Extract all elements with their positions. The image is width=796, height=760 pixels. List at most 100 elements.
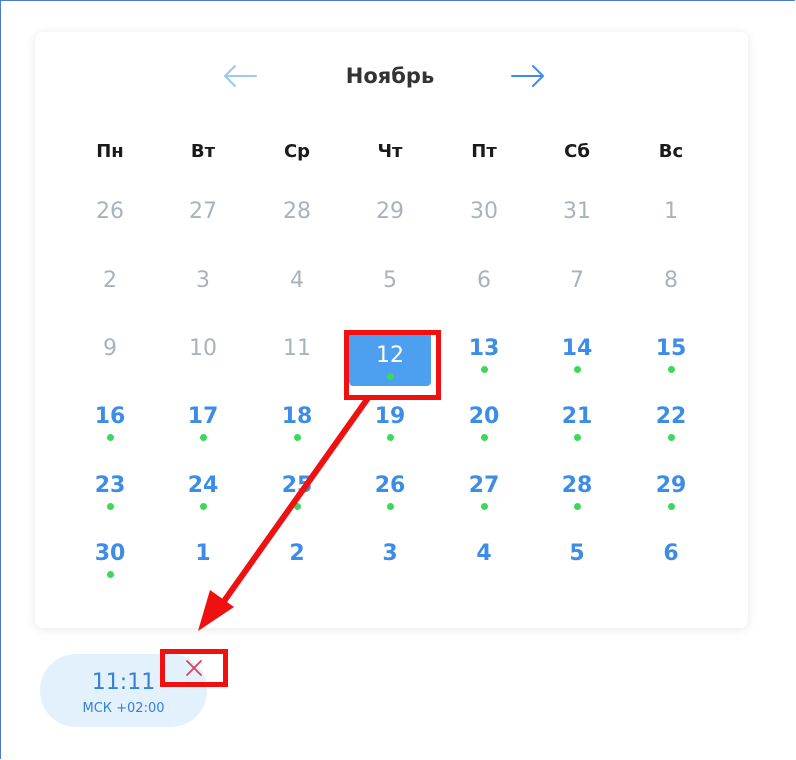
day-cell: 6: [454, 262, 514, 310]
availability-dot: [106, 503, 114, 510]
day-number: 8: [664, 268, 678, 293]
day-cell-selected[interactable]: 12: [349, 331, 431, 386]
day-number: 11: [283, 336, 311, 361]
remove-time-slot-button[interactable]: [163, 651, 225, 684]
availability-dot: [386, 373, 394, 380]
availability-dot: [480, 503, 488, 510]
availability-dot: [386, 434, 394, 441]
day-cell[interactable]: 20: [454, 398, 514, 446]
day-number: 23: [94, 473, 126, 498]
day-cell[interactable]: 13: [454, 330, 514, 378]
day-number: 6: [477, 268, 491, 293]
day-number: 27: [468, 473, 500, 498]
month-title: Ноябрь: [345, 64, 435, 88]
day-number: 26: [96, 199, 124, 224]
weekday-label: Ср: [283, 141, 311, 162]
day-cell[interactable]: 6: [641, 535, 701, 583]
day-cell[interactable]: 21: [547, 398, 607, 446]
day-number: 1: [195, 541, 211, 566]
day-number: 30: [94, 541, 126, 566]
day-cell: 26: [80, 193, 140, 241]
arrow-right-icon: [511, 65, 544, 87]
day-cell[interactable]: 15: [641, 330, 701, 378]
day-number: 20: [468, 404, 500, 429]
availability-dot: [573, 434, 581, 441]
day-cell: 4: [267, 262, 327, 310]
day-cell[interactable]: 27: [454, 467, 514, 515]
day-cell[interactable]: 26: [360, 467, 420, 515]
day-cell[interactable]: 30: [80, 535, 140, 583]
day-number: 3: [382, 541, 398, 566]
day-cell[interactable]: 4: [454, 535, 514, 583]
availability-dot: [480, 434, 488, 441]
availability-dot: [386, 503, 394, 510]
availability-dot: [199, 434, 207, 441]
day-number: 24: [187, 473, 219, 498]
day-number: 12: [376, 343, 404, 368]
day-number: 18: [281, 404, 313, 429]
day-cell[interactable]: 1: [173, 535, 233, 583]
next-month-button[interactable]: [508, 58, 548, 94]
weekday-label: Вс: [658, 141, 684, 162]
availability-dot: [106, 434, 114, 441]
day-cell[interactable]: 28: [547, 467, 607, 515]
day-number: 22: [655, 404, 687, 429]
day-number: 10: [189, 336, 217, 361]
availability-dot: [293, 434, 301, 441]
day-number: 17: [187, 404, 219, 429]
day-number: 26: [374, 473, 406, 498]
day-number: 16: [94, 404, 126, 429]
availability-dot: [573, 503, 581, 510]
weekday-label: Пт: [471, 141, 497, 162]
prev-month-button[interactable]: [220, 58, 260, 94]
day-number: 7: [570, 268, 584, 293]
availability-dot: [667, 434, 675, 441]
time-slot-timezone: МСК +02:00: [82, 701, 165, 716]
day-cell[interactable]: 5: [547, 535, 607, 583]
day-cell[interactable]: 17: [173, 398, 233, 446]
weekday-label: Сб: [564, 141, 590, 162]
day-number: 2: [103, 268, 117, 293]
day-number: 4: [476, 541, 492, 566]
day-cell: 3: [173, 262, 233, 310]
day-cell[interactable]: 25: [267, 467, 327, 515]
day-cell: 1: [641, 193, 701, 241]
day-number: 3: [196, 268, 210, 293]
day-cell[interactable]: 23: [80, 467, 140, 515]
day-cell[interactable]: 16: [80, 398, 140, 446]
day-cell[interactable]: 2: [267, 535, 327, 583]
availability-dot: [106, 571, 114, 578]
availability-dot: [667, 503, 675, 510]
weekday-label: Вт: [190, 141, 216, 162]
day-cell: 5: [360, 262, 420, 310]
day-number: 1: [664, 199, 678, 224]
day-cell: 8: [641, 262, 701, 310]
availability-dot: [293, 503, 301, 510]
day-cell[interactable]: 18: [267, 398, 327, 446]
availability-dot: [667, 366, 675, 373]
day-number: 19: [374, 404, 406, 429]
day-number: 28: [561, 473, 593, 498]
availability-dot: [199, 503, 207, 510]
day-cell: 30: [454, 193, 514, 241]
day-cell: 10: [173, 330, 233, 378]
availability-dot: [480, 366, 488, 373]
day-cell: 11: [267, 330, 327, 378]
day-cell[interactable]: 29: [641, 467, 701, 515]
day-number: 5: [383, 268, 397, 293]
day-cell[interactable]: 24: [173, 467, 233, 515]
day-cell[interactable]: 3: [360, 535, 420, 583]
day-cell: 7: [547, 262, 607, 310]
day-cell: 31: [547, 193, 607, 241]
day-number: 27: [189, 199, 217, 224]
close-icon: [186, 659, 202, 676]
day-number: 4: [290, 268, 304, 293]
day-cell: 2: [80, 262, 140, 310]
day-number: 15: [655, 336, 687, 361]
day-cell[interactable]: 19: [360, 398, 420, 446]
day-number: 29: [376, 199, 404, 224]
day-cell[interactable]: 14: [547, 330, 607, 378]
day-number: 30: [470, 199, 498, 224]
day-cell[interactable]: 22: [641, 398, 701, 446]
day-number: 9: [103, 336, 117, 361]
